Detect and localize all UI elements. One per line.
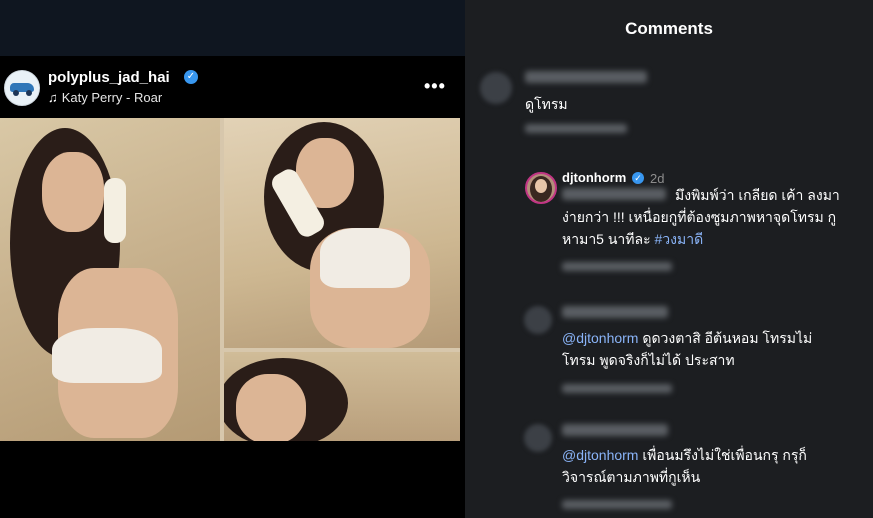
avatar-wheel bbox=[26, 90, 32, 96]
reply-line-2: ง่ายกว่า !!! เหนื่อยกูที่ต้องซูมภาพหาจุด… bbox=[562, 209, 837, 225]
music-label: Katy Perry - Roar bbox=[61, 90, 163, 105]
photo-top-right bbox=[224, 118, 460, 348]
reply-avatar[interactable] bbox=[525, 172, 557, 204]
comment-meta-blurred[interactable] bbox=[525, 124, 627, 133]
commenter-name-blurred[interactable] bbox=[562, 306, 668, 318]
post-top-bar bbox=[0, 0, 465, 56]
music-note-icon: ♫ bbox=[48, 90, 58, 105]
commenter-avatar-blurred[interactable] bbox=[480, 72, 512, 104]
commenter-avatar-blurred[interactable] bbox=[524, 306, 552, 334]
commenter-avatar-blurred[interactable] bbox=[524, 424, 552, 452]
comment-meta-blurred[interactable] bbox=[562, 384, 672, 393]
verified-badge-icon: ✓ bbox=[632, 172, 644, 184]
photo-bottom-right bbox=[224, 352, 460, 441]
reply-hashtag[interactable]: #วงมาดี bbox=[655, 231, 704, 247]
post-avatar[interactable] bbox=[4, 70, 40, 106]
comment-text: ดูดวงตาสิ อีต้นหอม โทรมไม่ bbox=[638, 330, 813, 346]
avatar-wheel bbox=[13, 90, 19, 96]
comment-text: เพื่อนมรึงไม่ใช่เพื่อนกรุ กรุก็ bbox=[638, 447, 807, 463]
post-username[interactable]: polyplus_jad_hai bbox=[48, 69, 170, 86]
reply-username[interactable]: djtonhorm bbox=[562, 170, 626, 185]
more-options-icon[interactable]: ••• bbox=[424, 76, 446, 97]
comment-mention[interactable]: @djtonhorm bbox=[562, 447, 638, 463]
verified-badge-icon: ✓ bbox=[184, 70, 198, 84]
comment-mention[interactable]: @djtonhorm bbox=[562, 330, 638, 346]
reply-timestamp: 2d bbox=[650, 171, 665, 186]
reply-line-3: หามา5 นาทีละ #วงมาดี bbox=[562, 228, 703, 250]
comment-line-2: โทรม พูดจริงก็ไม่ได้ ประสาท bbox=[562, 352, 735, 368]
comment-line-1: @djtonhorm เพื่อนมรึงไม่ใช่เพื่อนกรุ กรุ… bbox=[562, 444, 807, 466]
commenter-name-blurred[interactable] bbox=[562, 424, 668, 436]
comment-line-2: วิจารณ์ตามภาพที่กูเห็น bbox=[562, 469, 701, 485]
post-photo-collage[interactable] bbox=[0, 118, 460, 441]
reply-meta-blurred[interactable] bbox=[562, 262, 672, 271]
comment-meta-blurred[interactable] bbox=[562, 500, 672, 509]
post-music[interactable]: ♫ Katy Perry - Roar bbox=[48, 90, 162, 105]
reply-mention-blurred[interactable] bbox=[562, 188, 666, 200]
reply-line-3-text: หามา5 นาทีละ bbox=[562, 231, 655, 247]
comment-text: ดูโทรม bbox=[525, 96, 568, 112]
reply-line-1: มึงพิมพ์ว่า เกลียด เค้า ลงมา bbox=[675, 187, 840, 203]
commenter-name-blurred[interactable] bbox=[525, 71, 647, 83]
comment-line-1: @djtonhorm ดูดวงตาสิ อีต้นหอม โทรมไม่ bbox=[562, 327, 812, 349]
photo-left bbox=[0, 118, 220, 441]
comments-title: Comments bbox=[625, 19, 713, 38]
